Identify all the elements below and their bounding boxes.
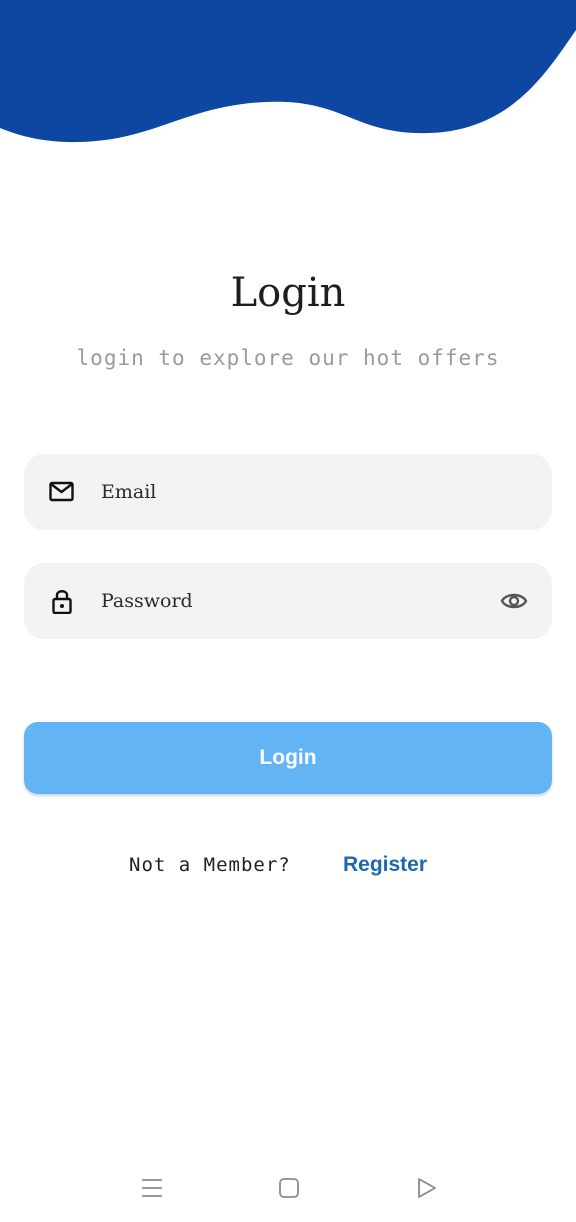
- email-input[interactable]: [101, 454, 481, 530]
- eye-icon[interactable]: [500, 589, 528, 613]
- home-square-icon[interactable]: [275, 1174, 303, 1202]
- page-subtitle: login to explore our hot offers: [76, 346, 500, 370]
- mail-icon: [49, 481, 74, 502]
- email-field[interactable]: [24, 454, 552, 530]
- system-navigation-bar: [0, 1160, 576, 1220]
- lock-icon: [52, 590, 72, 614]
- password-field[interactable]: [24, 563, 552, 639]
- not-member-text: Not a Member?: [129, 854, 291, 876]
- register-link[interactable]: Register: [343, 853, 427, 877]
- password-input[interactable]: [101, 563, 481, 639]
- header-wave: [0, 0, 576, 143]
- menu-icon[interactable]: [138, 1174, 166, 1202]
- register-prompt-row: Not a Member? Register: [0, 852, 576, 882]
- login-button[interactable]: Login: [24, 722, 552, 794]
- back-triangle-icon[interactable]: [412, 1174, 440, 1202]
- page-title: Login: [230, 270, 346, 316]
